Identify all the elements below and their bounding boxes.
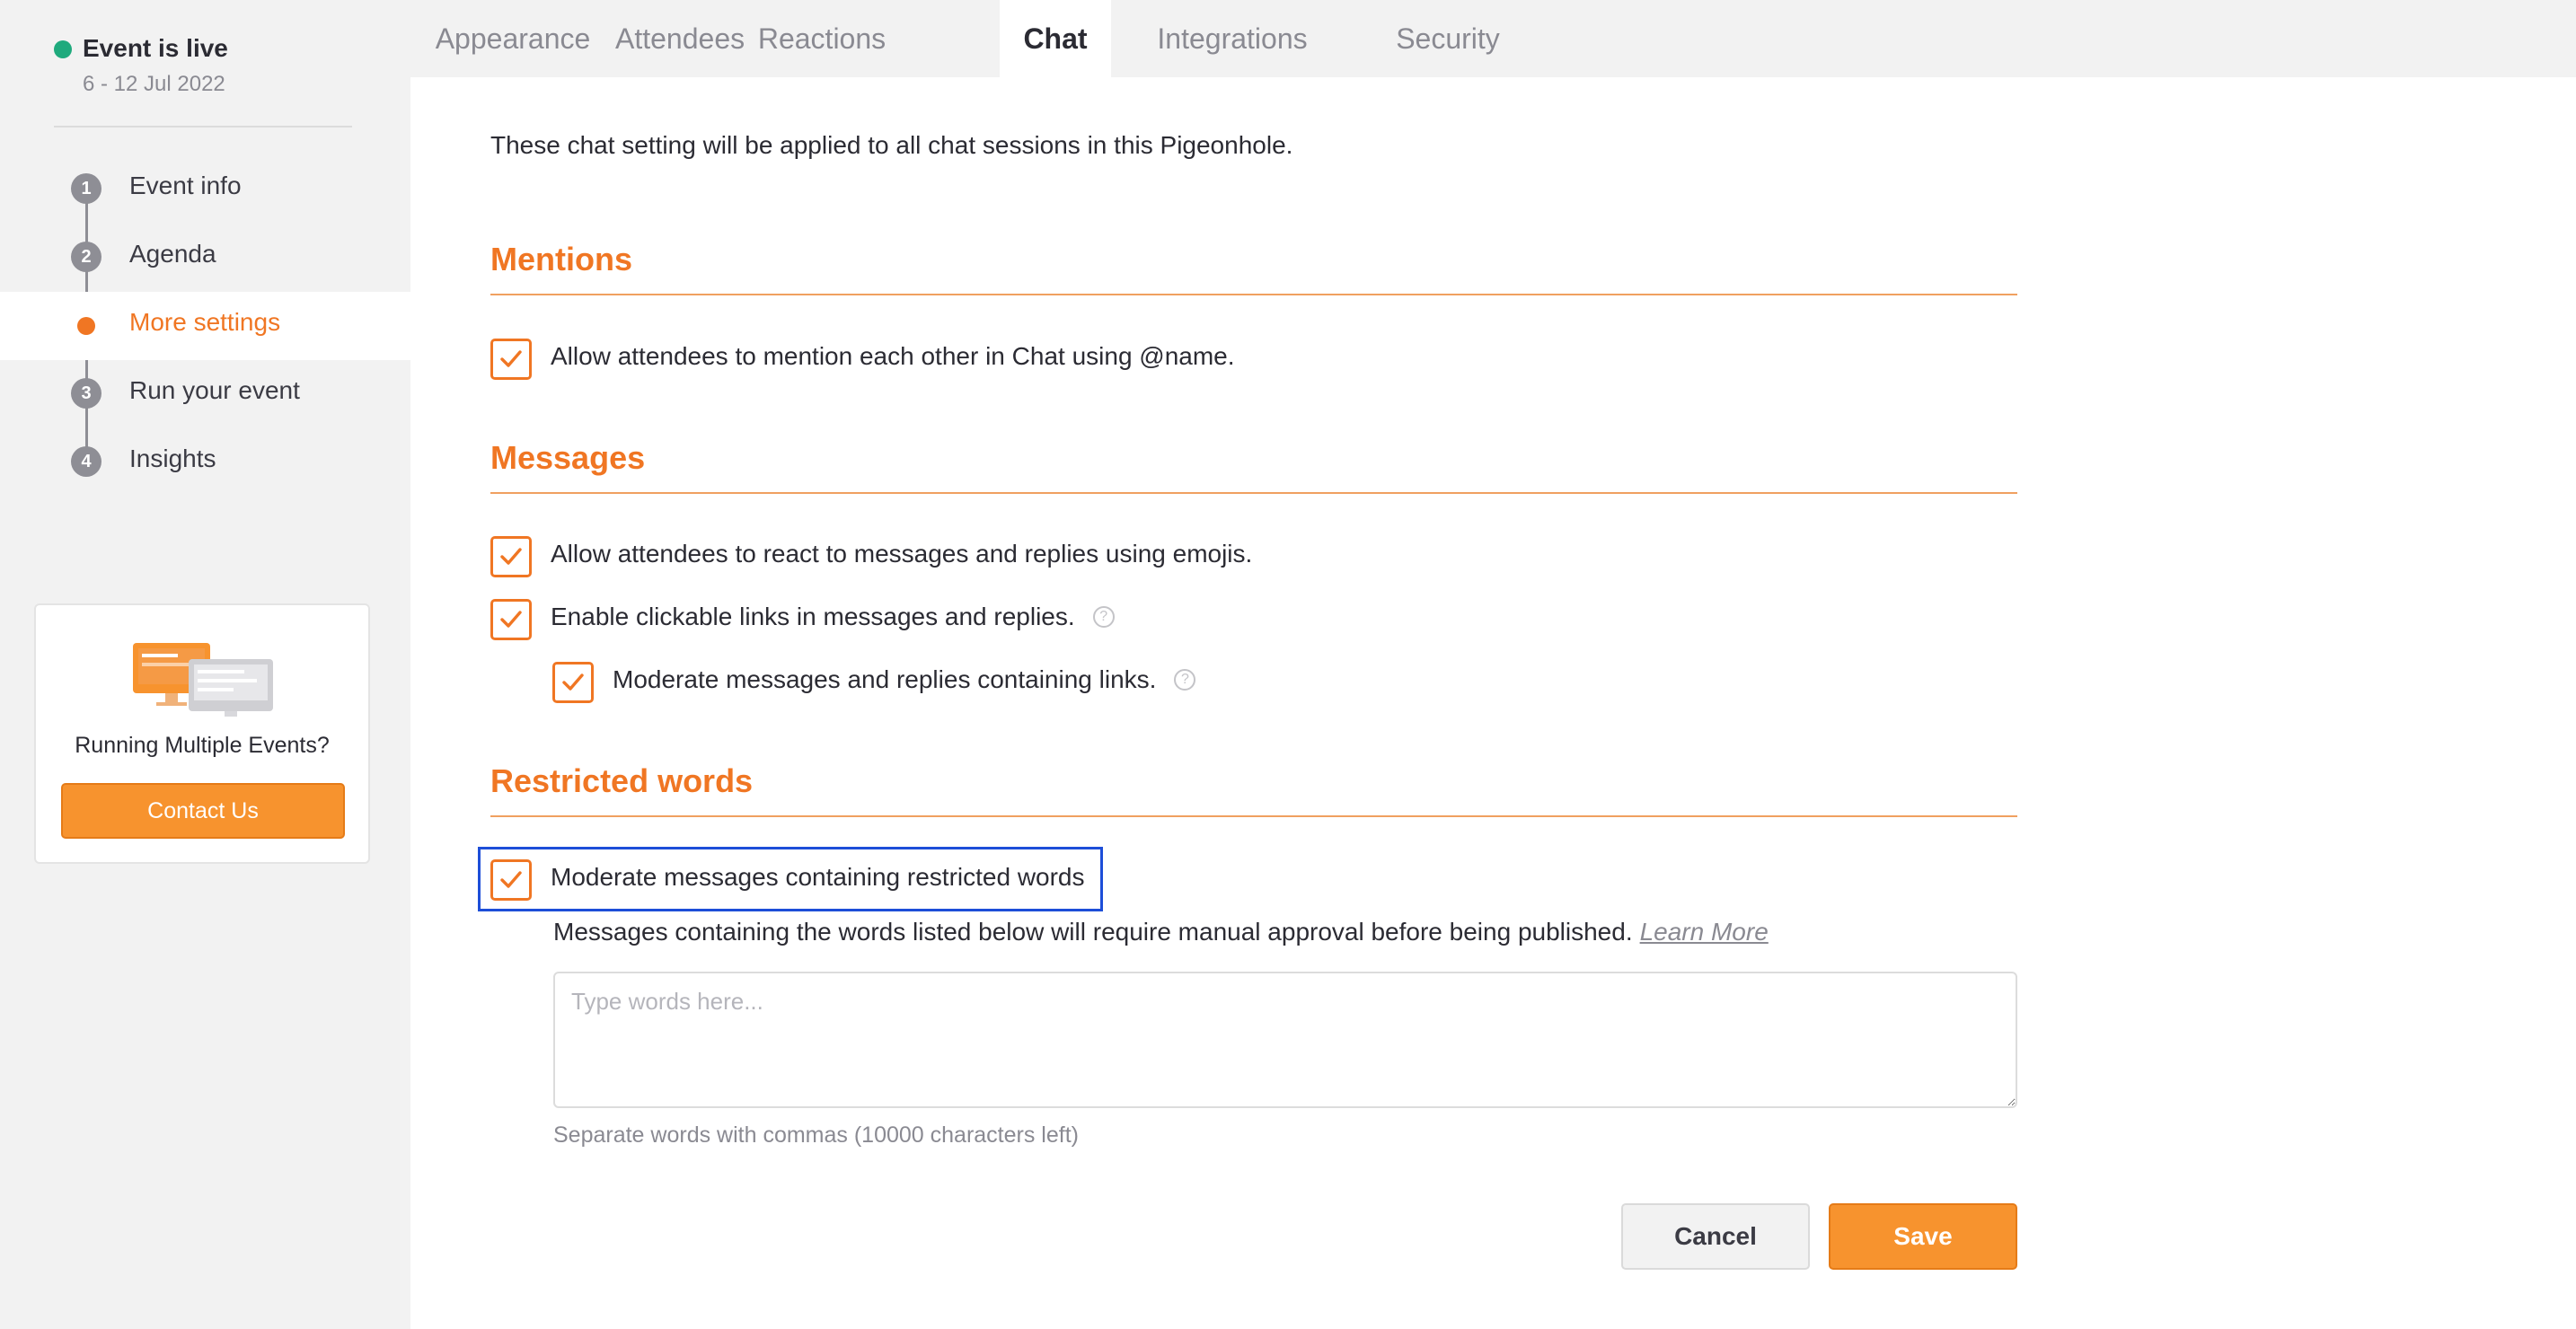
- question-circle-icon[interactable]: ?: [1174, 668, 1196, 691]
- chat-settings-intro: These chat setting will be applied to al…: [490, 131, 1293, 159]
- sidebar-item-label: Agenda: [129, 240, 216, 268]
- sidebar-item-label: Insights: [129, 444, 216, 472]
- checkmark-icon: [500, 871, 522, 888]
- active-step-dot-icon: [77, 317, 95, 335]
- monitors-illustration-icon: [133, 643, 273, 717]
- save-button[interactable]: Save: [1829, 1203, 2017, 1270]
- restricted-words-input[interactable]: [553, 972, 2017, 1108]
- section-divider: [490, 294, 2017, 295]
- tab-appearance[interactable]: Appearance: [410, 0, 615, 77]
- sidebar-divider: [54, 126, 352, 128]
- tab-integrations[interactable]: Integrations: [1129, 0, 1336, 77]
- checkmark-icon: [500, 548, 522, 565]
- section-divider: [490, 492, 2017, 494]
- tab-security[interactable]: Security: [1345, 0, 1551, 77]
- description-text: Messages containing the words listed bel…: [553, 918, 1633, 946]
- sidebar-item-insights[interactable]: 4 Insights: [0, 428, 410, 497]
- sidebar-item-more-settings[interactable]: More settings: [0, 292, 410, 360]
- checkmark-icon: [500, 611, 522, 628]
- mention-checkbox[interactable]: [490, 339, 532, 380]
- step-number-badge: 3: [71, 378, 101, 409]
- step-number-badge: 4: [71, 446, 101, 477]
- question-circle-icon[interactable]: ?: [1092, 605, 1115, 628]
- characters-left-hint: Separate words with commas (10000 charac…: [553, 1122, 1079, 1148]
- emoji-reactions-checkbox[interactable]: [490, 536, 532, 577]
- moderate-links-checkbox[interactable]: [552, 662, 594, 703]
- option-label: Allow attendees to react to messages and…: [551, 540, 1253, 568]
- sidebar-item-agenda[interactable]: 2 Agenda: [0, 224, 410, 292]
- checkmark-icon: [562, 673, 584, 691]
- section-title-mentions: Mentions: [490, 241, 632, 277]
- sidebar-item-label: Event info: [129, 172, 242, 199]
- section-title-messages: Messages: [490, 439, 646, 476]
- live-status-dot-icon: [54, 40, 72, 58]
- sidebar: Event is live 6 - 12 Jul 2022 1 Event in…: [0, 0, 410, 1329]
- step-number-badge: 2: [71, 242, 101, 272]
- option-label-wrap: Enable clickable links in messages and r…: [551, 603, 1115, 631]
- restricted-words-description: Messages containing the words listed bel…: [553, 918, 1769, 946]
- sidebar-item-label: More settings: [129, 308, 281, 336]
- multiple-events-promo-card: Running Multiple Events? Contact Us: [34, 603, 370, 864]
- checkmark-icon: [500, 350, 522, 367]
- section-title-restricted-words: Restricted words: [490, 762, 754, 799]
- event-date-range: 6 - 12 Jul 2022: [83, 72, 225, 96]
- option-label: Enable clickable links in messages and r…: [551, 603, 1075, 630]
- contact-us-button[interactable]: Contact Us: [61, 783, 345, 839]
- option-label-wrap: Moderate messages and replies containing…: [613, 665, 1196, 694]
- tab-chat[interactable]: Chat: [1000, 0, 1111, 77]
- option-label: Allow attendees to mention each other in…: [551, 342, 1235, 370]
- sidebar-item-run-your-event[interactable]: 3 Run your event: [0, 360, 410, 428]
- section-divider: [490, 815, 2017, 817]
- restricted-words-checkbox[interactable]: [490, 859, 532, 901]
- sidebar-item-label: Run your event: [129, 376, 300, 404]
- sidebar-item-event-info[interactable]: 1 Event info: [0, 155, 410, 224]
- option-label: Moderate messages containing restricted …: [551, 863, 1085, 891]
- event-status-title: Event is live: [83, 34, 228, 62]
- step-number-badge: 1: [71, 173, 101, 204]
- cancel-button[interactable]: Cancel: [1621, 1203, 1810, 1270]
- promo-text: Running Multiple Events?: [75, 733, 330, 758]
- tab-attendees[interactable]: Attendees: [615, 0, 745, 77]
- option-label: Moderate messages and replies containing…: [613, 665, 1157, 693]
- learn-more-link[interactable]: Learn More: [1640, 918, 1769, 946]
- tab-reactions[interactable]: Reactions: [734, 0, 910, 77]
- clickable-links-checkbox[interactable]: [490, 599, 532, 640]
- settings-tab-bar: Appearance Attendees Reactions Chat Inte…: [410, 0, 2576, 77]
